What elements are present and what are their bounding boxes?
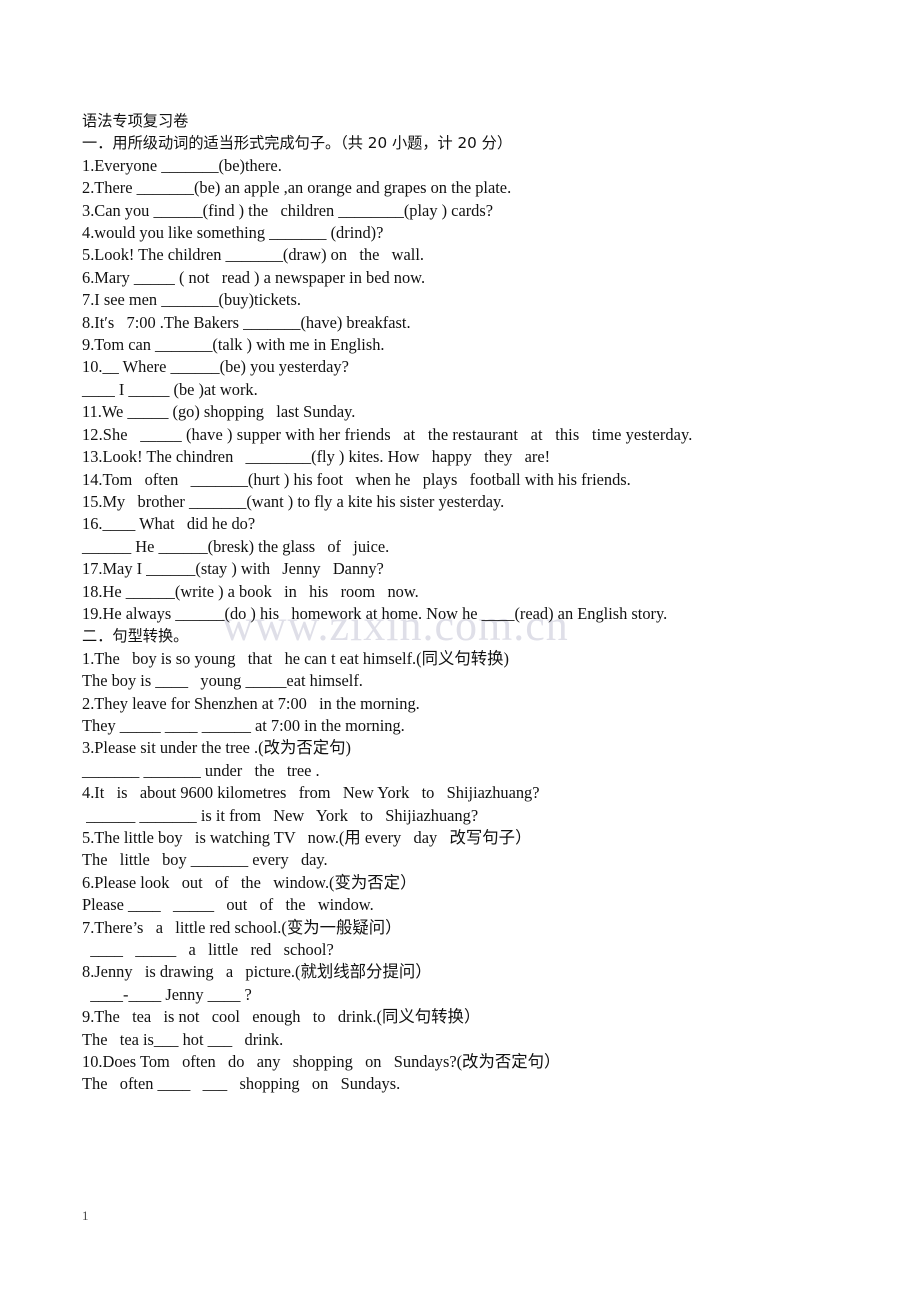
exercise-line: 12.She _____ (have ) supper with her fri… <box>82 424 693 444</box>
exercise-line: 11.We _____ (go) shopping last Sunday. <box>82 402 356 422</box>
exercise-line: They _____ ____ ______ at 7:00 in the mo… <box>82 715 405 735</box>
exercise-line: ______ He ______(bresk) the glass of jui… <box>82 536 390 556</box>
exercise-line: Please ____ _____ out of the window. <box>82 895 374 915</box>
exercise-line: 15.My brother _______(want ) to fly a ki… <box>82 491 505 511</box>
exercise-line: 6.Mary _____ ( not read ) a newspaper in… <box>82 267 426 287</box>
exercise-line: 1.Everyone _______(be)there. <box>82 155 282 175</box>
exercise-line: 7.There’s a little red school.(变为一般疑问） <box>82 917 402 937</box>
exercise-line: 10.Does Tom often do any shopping on Sun… <box>82 1052 561 1072</box>
exercise-line: _______ _______ under the tree . <box>82 760 320 780</box>
exercise-line: 2.There _______(be) an apple ,an orange … <box>82 178 512 198</box>
section-1-heading: 一．用所级动词的适当形式完成句子。（共 20 小题，计 20 分） <box>82 134 513 153</box>
exercise-line: 17.May I ______(stay ) with Jenny Danny? <box>82 559 384 579</box>
exercise-line: 1.The boy is so young that he can t eat … <box>82 648 509 668</box>
section-2-heading: 二．句型转换。 <box>82 627 189 646</box>
exercise-line: ____ _____ a little red school? <box>82 940 334 960</box>
document-title: 语法专项复习卷 <box>82 112 189 130</box>
exercise-line: 4.would you like something _______ (drin… <box>82 223 384 243</box>
exercise-line: 3.Please sit under the tree .(改为否定句) <box>82 738 352 758</box>
exercise-line: 14.Tom often _______(hurt ) his foot whe… <box>82 469 631 489</box>
page-number: 1 <box>82 1208 89 1223</box>
exercise-line: The boy is ____ young _____eat himself. <box>82 671 363 691</box>
exercise-line: The tea is___ hot ___ drink. <box>82 1029 284 1049</box>
document-page: www.zixin.com.cn 语法专项复习卷 一．用所级动词的适当形式完成句… <box>0 0 920 1302</box>
exercise-line: ____-____ Jenny ____ ? <box>82 984 252 1004</box>
exercise-line: 5.The little boy is watching TV now.(用 e… <box>82 828 532 847</box>
document-body: 语法专项复习卷 一．用所级动词的适当形式完成句子。（共 20 小题，计 20 分… <box>82 110 842 1096</box>
exercise-line: The often ____ ___ shopping on Sundays. <box>82 1074 401 1094</box>
exercise-line: 5.Look! The children _______(draw) on th… <box>82 245 424 265</box>
exercise-line: 13.Look! The chindren ________(fly ) kit… <box>82 447 551 467</box>
exercise-line: 9.The tea is not cool enough to drink.(同… <box>82 1007 481 1027</box>
exercise-line: 9.Tom can _______(talk ) with me in Engl… <box>82 335 385 355</box>
exercise-line: 19.He always ______(do ) his homework at… <box>82 603 668 623</box>
exercise-line: 2.They leave for Shenzhen at 7:00 in the… <box>82 693 420 713</box>
exercise-line: 3.Can you ______(find ) the children ___… <box>82 200 494 220</box>
exercise-line: 8.It′s 7:00 .The Bakers _______(have) br… <box>82 312 411 332</box>
exercise-line: 8.Jenny is drawing a picture.(就划线部分提问） <box>82 962 432 982</box>
exercise-line: 7.I see men _______(buy)tickets. <box>82 290 301 310</box>
exercise-line: 4.It is about 9600 kilometres from New Y… <box>82 783 540 803</box>
exercise-line: The little boy _______ every day. <box>82 850 328 870</box>
exercise-line: ______ _______ is it from New York to Sh… <box>82 805 479 825</box>
exercise-line: ____ I _____ (be )at work. <box>82 379 258 399</box>
exercise-line: 18.He ______(write ) a book in his room … <box>82 581 419 601</box>
exercise-line: 6.Please look out of the window.(变为否定） <box>82 872 417 892</box>
exercise-line: 16.____ What did he do? <box>82 514 256 534</box>
exercise-line: 10.__ Where ______(be) you yesterday? <box>82 357 349 377</box>
